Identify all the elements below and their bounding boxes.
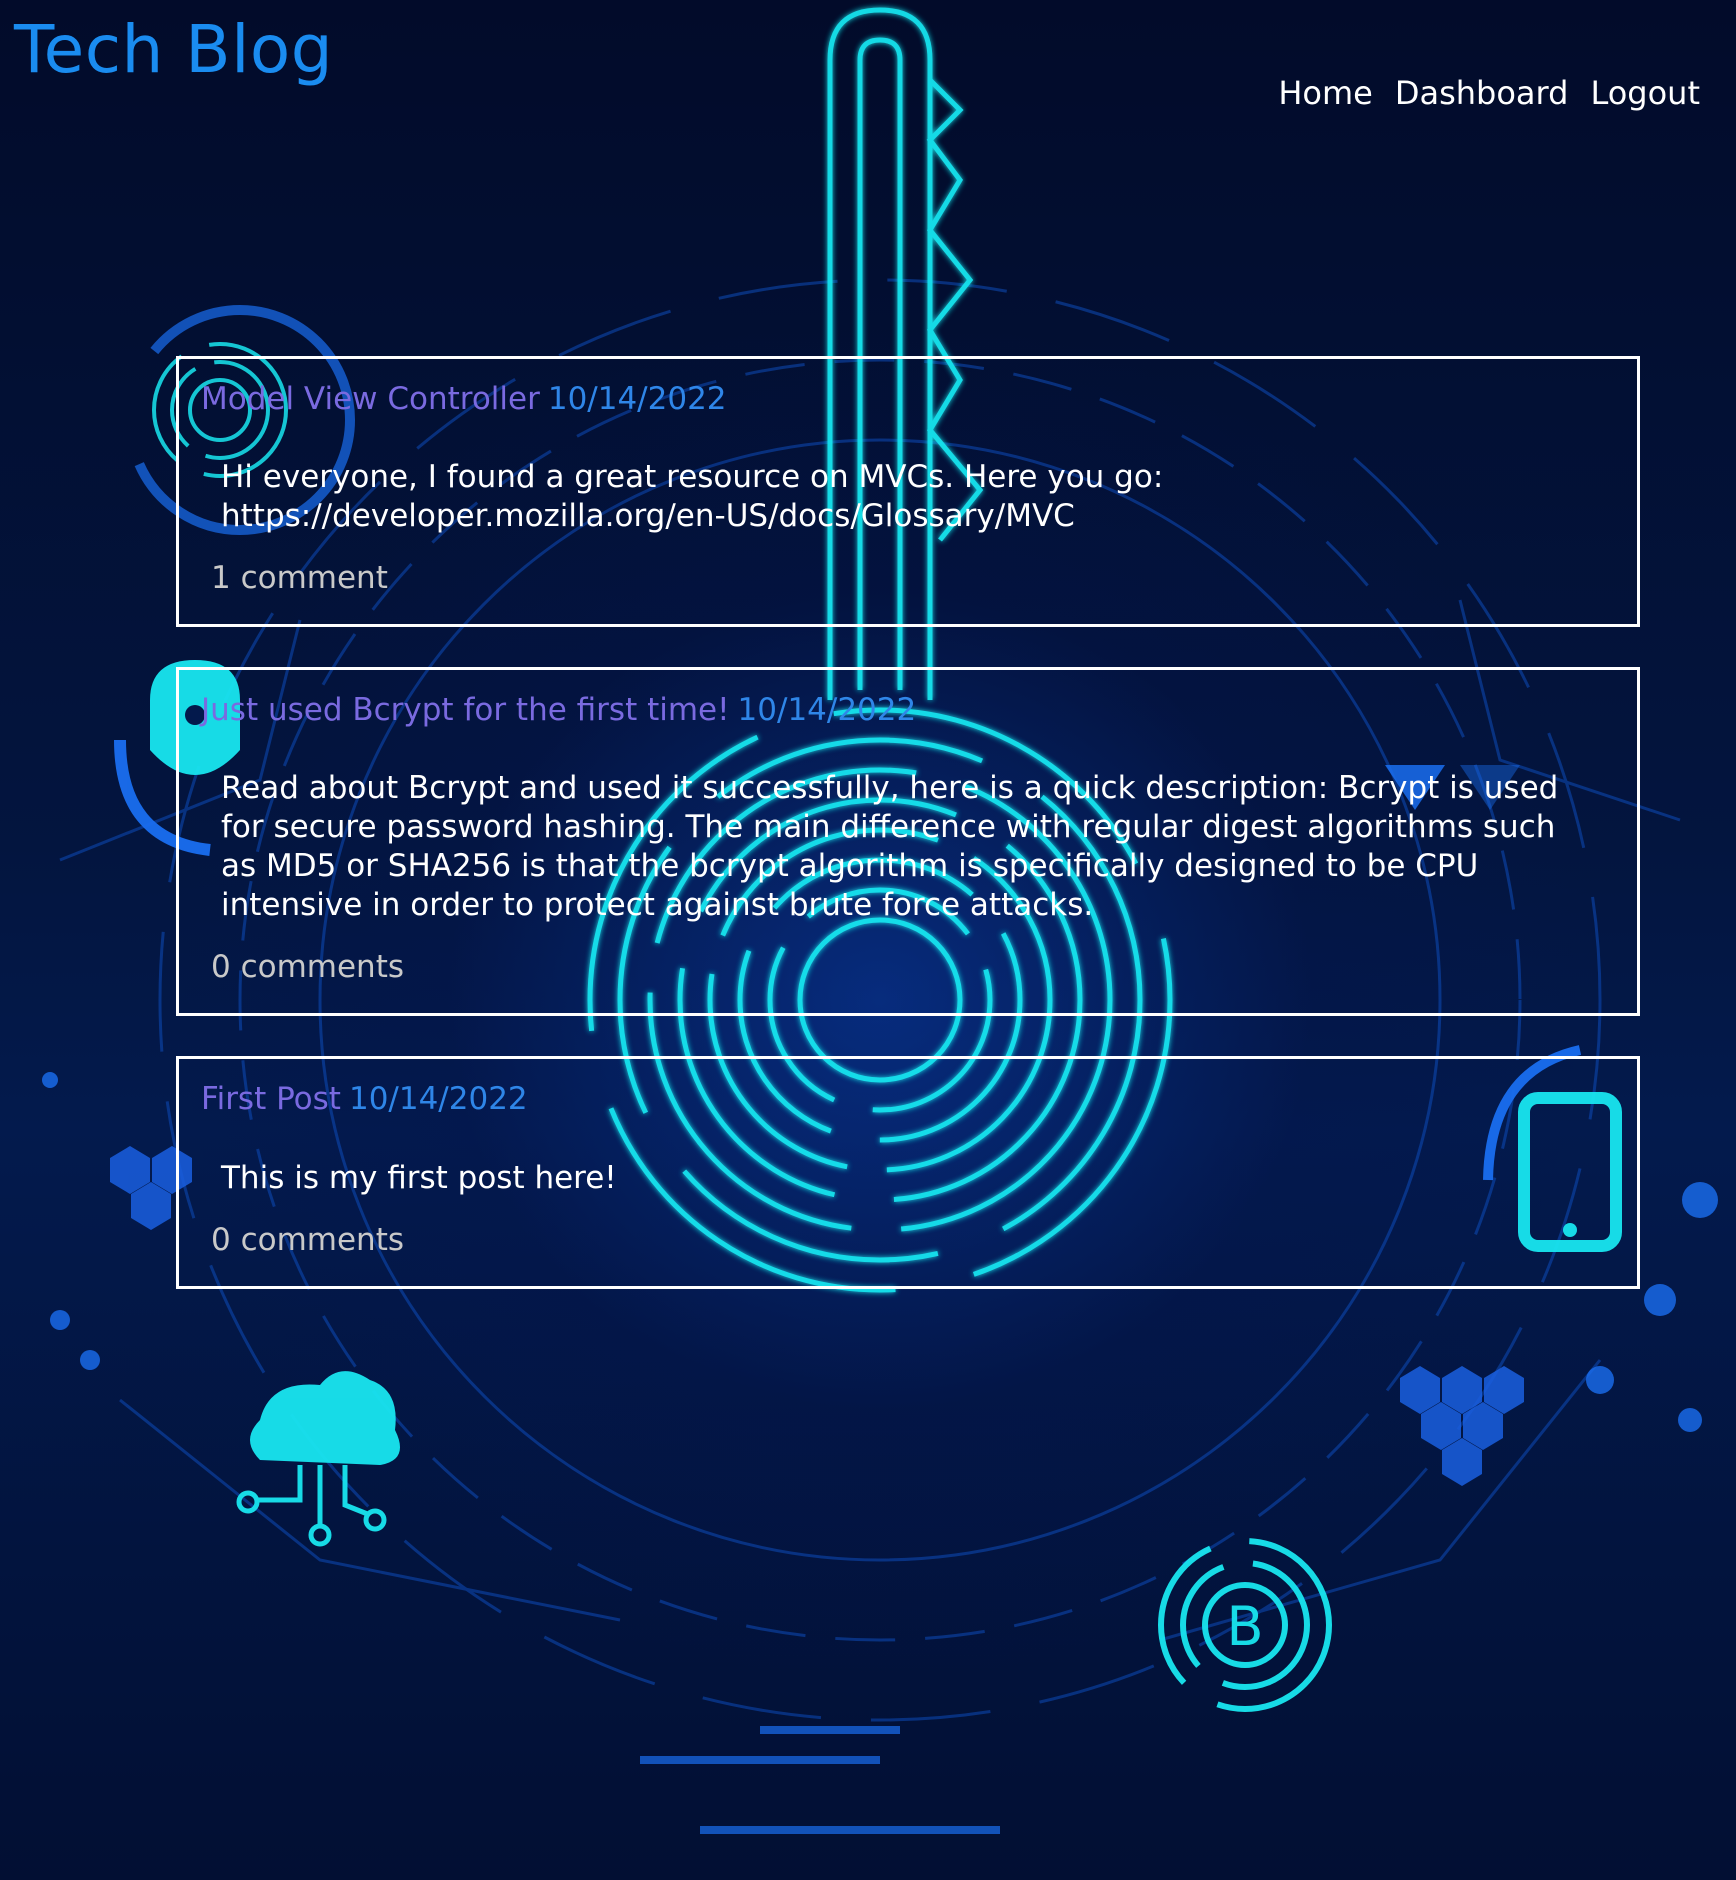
site-title[interactable]: Tech Blog	[14, 13, 333, 87]
post-title[interactable]: Model View Controller	[201, 381, 540, 417]
post-date: 10/14/2022	[348, 1081, 528, 1118]
post-body: Read about Bcrypt and used it successful…	[221, 770, 1559, 924]
post-comments-link[interactable]: 1 comment	[211, 560, 388, 596]
post-card[interactable]: Just used Bcrypt for the first time! 10/1…	[176, 667, 1640, 1017]
post-comments-link[interactable]: 0 comments	[211, 949, 404, 985]
post-body: This is my first post here!	[221, 1159, 617, 1196]
nav-logout-link[interactable]: Logout	[1590, 74, 1700, 112]
post-title[interactable]: Just used Bcrypt for the first time!	[201, 692, 730, 728]
post-header: Just used Bcrypt for the first time! 10/1…	[201, 692, 1613, 729]
post-body: Hi everyone, I found a great resource on…	[221, 459, 1164, 535]
post-date: 10/14/2022	[547, 381, 727, 417]
post-list: Model View Controller 10/14/2022 Hi every…	[176, 356, 1640, 1329]
post-title[interactable]: First Post	[201, 1081, 341, 1117]
post-card[interactable]: First Post 10/14/2022 This is my first po…	[176, 1056, 1640, 1289]
post-header: First Post 10/14/2022	[201, 1081, 1613, 1118]
main-nav: Home Dashboard Logout	[1278, 74, 1700, 112]
post-comments-link[interactable]: 0 comments	[211, 1222, 404, 1258]
post-header: Model View Controller 10/14/2022	[201, 381, 1613, 418]
nav-home-link[interactable]: Home	[1278, 74, 1373, 112]
cloud-icon	[236, 1371, 400, 1547]
nav-dashboard-link[interactable]: Dashboard	[1395, 74, 1569, 112]
post-card[interactable]: Model View Controller 10/14/2022 Hi every…	[176, 356, 1640, 628]
bitcoin-icon: B	[1158, 1538, 1332, 1712]
post-date: 10/14/2022	[737, 692, 917, 729]
svg-text:B: B	[1226, 1595, 1263, 1658]
